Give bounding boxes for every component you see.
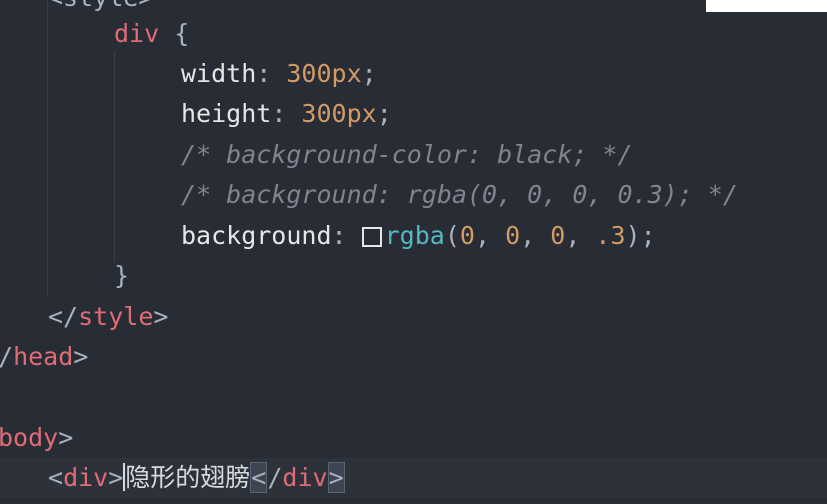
style-close-tag: style bbox=[78, 302, 154, 331]
code-line-close-brace[interactable]: } bbox=[114, 256, 129, 296]
code-line-comment-1[interactable]: /* background-color: black; */ bbox=[181, 135, 633, 175]
code-line-body-open[interactable]: body> bbox=[0, 418, 73, 458]
indent-guide bbox=[47, 0, 48, 295]
selector-div: div bbox=[114, 19, 160, 48]
width-property: width bbox=[181, 59, 257, 88]
code-line-head-close[interactable]: /head> bbox=[0, 337, 88, 377]
background-property: background bbox=[181, 221, 332, 250]
width-value: 300px bbox=[286, 59, 362, 88]
code-line-height[interactable]: height: 300px; bbox=[181, 94, 392, 134]
code-line-style-close[interactable]: </style> bbox=[48, 297, 168, 337]
rgba-blue: 0 bbox=[550, 221, 566, 250]
color-swatch-icon[interactable] bbox=[361, 227, 382, 247]
div-open-tag: div bbox=[63, 463, 109, 492]
open-brace: { bbox=[174, 19, 190, 48]
style-open-tag: <style> bbox=[48, 0, 153, 12]
rgba-alpha: .3 bbox=[595, 221, 626, 250]
height-value: 300px bbox=[301, 99, 377, 128]
comment-background-color: /* background-color: black; */ bbox=[181, 140, 633, 169]
rgba-red: 0 bbox=[459, 221, 475, 250]
code-line-background[interactable]: background: rgba(0, 0, 0, .3); bbox=[181, 216, 656, 256]
code-editor[interactable]: <style> div { width: 300px; height: 300p… bbox=[0, 0, 827, 504]
code-line-comment-2[interactable]: /* background: rgba(0, 0, 0, 0.3); */ bbox=[181, 175, 738, 215]
rgba-green: 0 bbox=[505, 221, 521, 250]
code-line-width[interactable]: width: 300px; bbox=[181, 54, 377, 94]
height-property: height bbox=[181, 99, 272, 128]
head-close-tag: head bbox=[13, 342, 74, 371]
comment-background-rgba: /* background: rgba(0, 0, 0, 0.3); */ bbox=[181, 180, 738, 209]
div-close-tag: div bbox=[282, 463, 328, 492]
indent-guide bbox=[114, 52, 115, 262]
div-text-content: 隐形的翅膀 bbox=[125, 463, 251, 492]
rgba-function: rgba bbox=[384, 221, 445, 250]
close-brace: } bbox=[114, 261, 130, 290]
top-right-panel bbox=[706, 0, 827, 12]
code-line-selector[interactable]: div { bbox=[114, 14, 189, 54]
code-line-div[interactable]: <div>隐形的翅膀</div> bbox=[48, 458, 345, 498]
body-tag: body bbox=[0, 423, 59, 452]
